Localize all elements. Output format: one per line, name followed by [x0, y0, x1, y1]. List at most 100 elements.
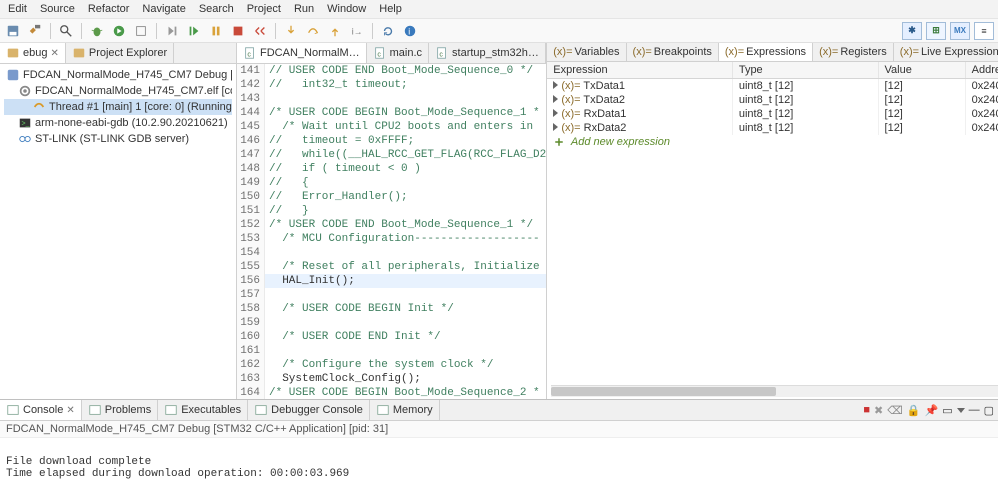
expressions-table[interactable]: ExpressionTypeValueAddress (x)= TxData1 …: [547, 62, 998, 149]
code-line[interactable]: 158 /* USER CODE BEGIN Init */: [237, 302, 546, 316]
close-icon[interactable]: ✕: [66, 405, 74, 416]
menu-edit[interactable]: Edit: [8, 3, 27, 15]
close-icon[interactable]: ✕: [50, 48, 58, 59]
view-tab-breakpoints[interactable]: (x)=Breakpoints: [627, 43, 719, 61]
menu-run[interactable]: Run: [294, 3, 314, 15]
perspective-other[interactable]: ≡: [974, 22, 994, 40]
code-line[interactable]: 156 HAL_Init();: [237, 274, 546, 288]
code-line[interactable]: 155 /* Reset of all peripherals, Initial…: [237, 260, 546, 274]
expression-row[interactable]: (x)= RxData2 uint8_t [12][12]0x2400028c: [547, 121, 998, 135]
pin-icon[interactable]: 📌: [924, 404, 938, 417]
code-line[interactable]: 157: [237, 288, 546, 302]
code-line[interactable]: 163 SystemClock_Config();: [237, 372, 546, 386]
tree-item[interactable]: >_ arm-none-eabi-gdb (10.2.90.20210621): [4, 115, 232, 131]
console-tab-console[interactable]: Console ✕: [0, 400, 82, 420]
left-tab-ebug[interactable]: ebug ✕: [0, 43, 66, 63]
code-line[interactable]: 149 // {: [237, 176, 546, 190]
column-header[interactable]: Type: [732, 62, 878, 79]
step-over-icon[interactable]: [304, 22, 322, 40]
code-line[interactable]: 151 // }: [237, 204, 546, 218]
maximize-icon[interactable]: ▢: [984, 404, 994, 417]
menu-icon[interactable]: [957, 404, 965, 417]
column-header[interactable]: Expression: [547, 62, 732, 79]
step-return-icon[interactable]: [326, 22, 344, 40]
menu-refactor[interactable]: Refactor: [88, 3, 130, 15]
perspective-debug[interactable]: ✱: [902, 22, 922, 40]
view-tab-variables[interactable]: (x)=Variables: [547, 43, 626, 61]
remove-icon[interactable]: ✖: [874, 404, 883, 417]
console-tab-problems[interactable]: Problems: [82, 400, 158, 420]
skip-icon[interactable]: [163, 22, 181, 40]
horizontal-scrollbar[interactable]: [551, 385, 998, 397]
code-line[interactable]: 142 // int32_t timeout;: [237, 78, 546, 92]
expression-row[interactable]: (x)= TxData1 uint8_t [12][12]0x2400021c: [547, 79, 998, 94]
code-line[interactable]: 160 /* USER CODE END Init */: [237, 330, 546, 344]
tree-item[interactable]: FDCAN_NormalMode_H745_CM7 Debug [STM32 C…: [4, 67, 232, 83]
left-tab-project explorer[interactable]: Project Explorer: [66, 43, 174, 63]
code-line[interactable]: 154: [237, 246, 546, 260]
display-icon[interactable]: ▭: [942, 404, 952, 417]
code-line[interactable]: 141 // USER CODE END Boot_Mode_Sequence_…: [237, 64, 546, 78]
menu-window[interactable]: Window: [327, 3, 366, 15]
code-line[interactable]: 162 /* Configure the system clock */: [237, 358, 546, 372]
menu-source[interactable]: Source: [40, 3, 75, 15]
resume-icon[interactable]: [185, 22, 203, 40]
editor-tab[interactable]: c FDCAN_NormalM…: [237, 43, 367, 63]
perspective-cpp[interactable]: ⊞: [926, 22, 946, 40]
code-line[interactable]: 164 /* USER CODE BEGIN Boot_Mode_Sequenc…: [237, 386, 546, 399]
expression-row[interactable]: (x)= RxData1 uint8_t [12][12]0x24000228: [547, 107, 998, 121]
code-line[interactable]: 161: [237, 344, 546, 358]
column-header[interactable]: Value: [878, 62, 965, 79]
terminate-icon[interactable]: ■: [863, 404, 870, 417]
step-into-icon[interactable]: [282, 22, 300, 40]
debug-tree[interactable]: FDCAN_NormalMode_H745_CM7 Debug [STM32 C…: [0, 64, 236, 150]
column-header[interactable]: Address: [965, 62, 998, 79]
tool-icon[interactable]: [132, 22, 150, 40]
console-tab-executables[interactable]: Executables: [158, 400, 248, 420]
pause-icon[interactable]: [207, 22, 225, 40]
code-line[interactable]: 143: [237, 92, 546, 106]
expand-icon[interactable]: [553, 81, 558, 89]
menu-help[interactable]: Help: [379, 3, 402, 15]
add-expression-row[interactable]: Add new expression: [547, 135, 998, 149]
bug-icon[interactable]: [88, 22, 106, 40]
minimize-icon[interactable]: —: [969, 404, 980, 417]
console-tab-debugger console[interactable]: Debugger Console: [248, 400, 370, 420]
code-line[interactable]: 153 /* MCU Configuration----------------…: [237, 232, 546, 246]
view-tab-registers[interactable]: (x)=Registers: [813, 43, 894, 61]
expand-icon[interactable]: [553, 109, 558, 117]
code-line[interactable]: 150 // Error_Handler();: [237, 190, 546, 204]
menu-navigate[interactable]: Navigate: [142, 3, 185, 15]
scroll-lock-icon[interactable]: 🔒: [907, 404, 921, 417]
tree-item[interactable]: Thread #1 [main] 1 [core: 0] (Running : …: [4, 99, 232, 115]
tree-item[interactable]: ST-LINK (ST-LINK GDB server): [4, 131, 232, 147]
code-line[interactable]: 147 // while((__HAL_RCC_GET_FLAG(RCC_FLA…: [237, 148, 546, 162]
perspective-mx[interactable]: MX: [950, 22, 970, 40]
expression-row[interactable]: (x)= TxData2 uint8_t [12][12]0x24000280: [547, 93, 998, 107]
run-icon[interactable]: [110, 22, 128, 40]
view-tab-live expressions[interactable]: (x)=Live Expressions: [894, 43, 998, 61]
menu-search[interactable]: Search: [199, 3, 234, 15]
expand-icon[interactable]: [553, 95, 558, 103]
editor-tab[interactable]: c startup_stm32h…: [429, 43, 546, 63]
code-line[interactable]: 145 /* Wait until CPU2 boots and enters …: [237, 120, 546, 134]
code-line[interactable]: 146 // timeout = 0xFFFF;: [237, 134, 546, 148]
code-line[interactable]: 144 /* USER CODE BEGIN Boot_Mode_Sequenc…: [237, 106, 546, 120]
reset-icon[interactable]: [379, 22, 397, 40]
editor-tab[interactable]: c main.c: [367, 43, 429, 63]
code-line[interactable]: 159: [237, 316, 546, 330]
info-icon[interactable]: i: [401, 22, 419, 40]
tree-item[interactable]: FDCAN_NormalMode_H745_CM7.elf [cores: 0]: [4, 83, 232, 99]
view-tab-expressions[interactable]: (x)=Expressions: [719, 43, 813, 61]
save-icon[interactable]: [4, 22, 22, 40]
search-icon[interactable]: [57, 22, 75, 40]
instr-step-icon[interactable]: i→: [348, 22, 366, 40]
code-line[interactable]: 148 // if ( timeout < 0 ): [237, 162, 546, 176]
code-editor[interactable]: 141 // USER CODE END Boot_Mode_Sequence_…: [237, 64, 546, 399]
code-line[interactable]: 152 /* USER CODE END Boot_Mode_Sequence_…: [237, 218, 546, 232]
disconnect-icon[interactable]: [251, 22, 269, 40]
clear-icon[interactable]: ⌫: [887, 404, 903, 417]
menu-project[interactable]: Project: [247, 3, 281, 15]
hammer-icon[interactable]: [26, 22, 44, 40]
stop-icon[interactable]: [229, 22, 247, 40]
